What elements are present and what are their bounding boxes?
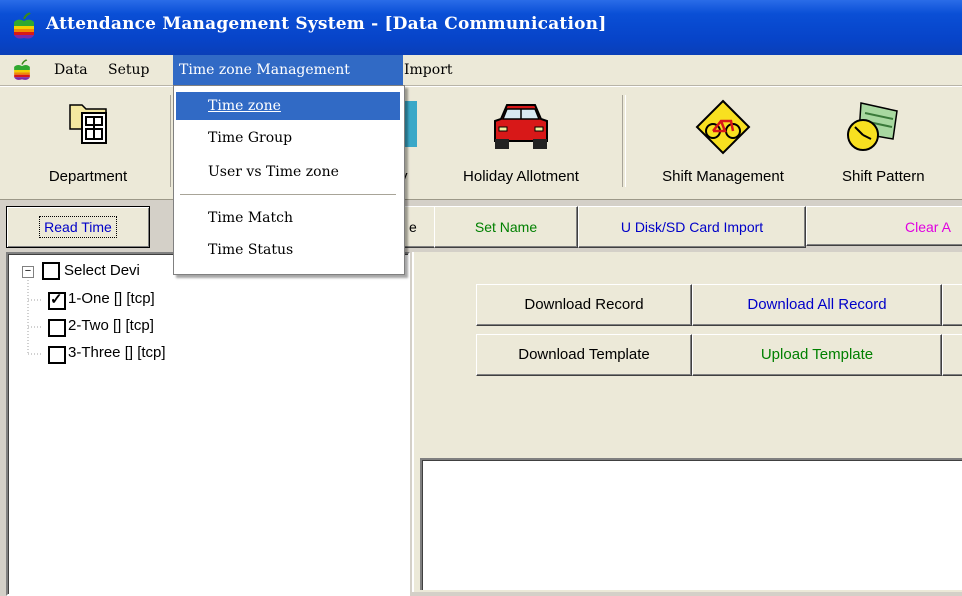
department-button[interactable]: Department [8, 87, 168, 195]
shift-management-button[interactable]: Shift Management [634, 87, 812, 195]
menu-setup[interactable]: Setup [102, 55, 155, 85]
download-all-record-label: Download All Record [747, 296, 887, 313]
time-zone-management-dropdown: Time zone Time Group User vs Time zone T… [173, 85, 405, 275]
download-record-label: Download Record [524, 296, 644, 313]
menu-item-label: Time Match [208, 210, 293, 226]
menu-import[interactable]: Import [398, 55, 459, 85]
menu-item-label: Time Group [208, 130, 293, 146]
communication-panel: Download Record Download All Record Down… [412, 252, 962, 592]
holiday-allotment-button[interactable]: Holiday Allotment [430, 87, 612, 195]
set-name-button[interactable]: Set Name [434, 206, 578, 248]
menu-item-user-vs-time-zone[interactable]: User vs Time zone [176, 158, 400, 186]
download-record-button[interactable]: Download Record [476, 284, 692, 326]
menu-item-label: Time zone [208, 98, 281, 114]
action-button-row: Read Time e Set Name U Disk/SD Card Impo… [0, 200, 962, 250]
menu-item-label: User vs Time zone [208, 164, 339, 180]
shift-management-label: Shift Management [662, 168, 784, 185]
menu-data[interactable]: Data [48, 55, 94, 85]
upload-template-label: Upload Template [760, 346, 874, 363]
menu-time-zone-management[interactable]: Time zone Management [173, 55, 403, 85]
menu-item-label: Time Status [208, 242, 294, 258]
partial-icon [405, 101, 417, 147]
device-label: 1-One [] [tcp] [68, 290, 155, 307]
usb-import-button[interactable]: U Disk/SD Card Import [578, 206, 806, 248]
device-tree: − Select Devi 1-One [] [tcp] 2-Two [] [t… [6, 252, 410, 596]
device-checkbox[interactable] [48, 290, 66, 310]
set-name-label: Set Name [474, 219, 538, 235]
download-all-record-button[interactable]: Download All Record [692, 284, 942, 326]
shift-pattern-label: Shift Pattern [842, 168, 925, 185]
device-label: 2-Two [] [tcp] [68, 317, 154, 334]
department-icon [69, 104, 107, 144]
menu-item-time-zone[interactable]: Time zone [176, 92, 400, 120]
car-icon [494, 104, 548, 149]
toolbar-separator [622, 95, 626, 187]
menu-item-time-group[interactable]: Time Group [176, 124, 400, 152]
select-device-checkbox[interactable] [42, 262, 60, 280]
partial-action-button[interactable]: e [404, 206, 436, 248]
download-extra-button[interactable] [942, 284, 962, 326]
title-bar[interactable]: Attendance Management System - [Data Com… [0, 0, 962, 55]
device-checkbox[interactable] [48, 319, 66, 337]
clear-label: Clear A [905, 219, 951, 235]
download-template-button[interactable]: Download Template [476, 334, 692, 376]
app-menu-icon[interactable] [10, 59, 34, 81]
schedule-clock-icon [847, 102, 898, 151]
device-checkbox[interactable] [48, 346, 66, 364]
department-label: Department [48, 168, 128, 185]
menu-separator [180, 194, 396, 196]
bicycle-sign-icon [695, 99, 751, 155]
clear-button[interactable]: Clear A [806, 206, 962, 246]
menu-bar: Data Setup Time zone Management Import [0, 55, 962, 86]
window-title: Attendance Management System - [Data Com… [46, 14, 607, 34]
tree-root-label: Select Devi [64, 262, 140, 279]
holiday-allotment-label: Holiday Allotment [463, 168, 579, 185]
device-label: 3-Three [] [tcp] [68, 344, 166, 361]
upload-extra-button[interactable] [942, 334, 962, 376]
usb-import-label: U Disk/SD Card Import [620, 219, 764, 235]
menu-item-time-match[interactable]: Time Match [176, 204, 400, 232]
tree-collapse-icon[interactable]: − [22, 266, 34, 278]
read-time-button[interactable]: Read Time [6, 206, 150, 248]
partial-action-label: e [409, 219, 417, 235]
download-template-label: Download Template [518, 346, 650, 363]
menu-item-time-status[interactable]: Time Status [176, 236, 400, 264]
toolbar: Department y Holiday Allotment Shift Man… [0, 86, 962, 200]
shift-pattern-button[interactable]: Shift Pattern [812, 87, 962, 195]
read-time-label: Read Time [39, 216, 117, 238]
upload-template-button[interactable]: Upload Template [692, 334, 942, 376]
app-logo-icon [14, 12, 34, 39]
log-output-box[interactable] [420, 458, 962, 590]
